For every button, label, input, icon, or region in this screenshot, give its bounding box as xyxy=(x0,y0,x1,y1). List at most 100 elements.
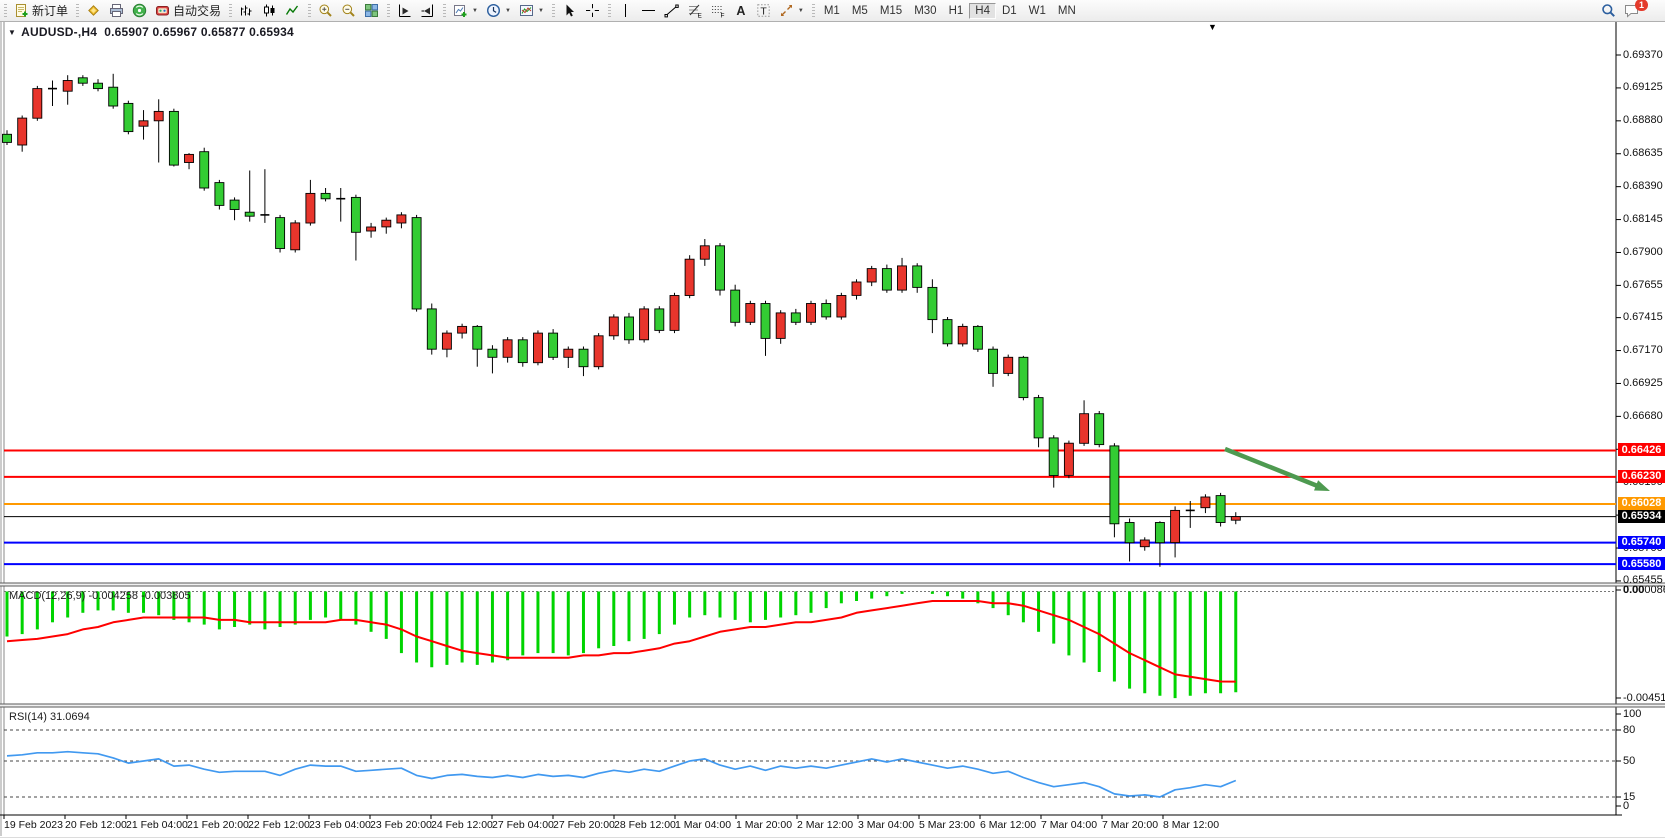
time-axis-label: 7 Mar 04:00 xyxy=(1041,819,1097,831)
timeframe-m30-button[interactable]: M30 xyxy=(908,3,942,19)
candlestick xyxy=(109,87,118,106)
cursor-button[interactable] xyxy=(558,0,581,22)
bar-chart-button[interactable] xyxy=(235,0,258,22)
time-axis-label: 7 Mar 20:00 xyxy=(1102,819,1158,831)
candlestick xyxy=(230,200,239,209)
price-axis-tick-label: 0.66925 xyxy=(1623,377,1663,389)
metaeditor-button[interactable] xyxy=(82,0,105,22)
candlestick xyxy=(1140,540,1149,547)
periods-button[interactable]: ▼ xyxy=(482,0,515,22)
trendline-button[interactable] xyxy=(660,0,683,22)
candlestick xyxy=(1095,414,1104,445)
notifications-button[interactable]: 1 xyxy=(1620,0,1659,22)
toolbar-group-handle[interactable] xyxy=(308,4,311,18)
candlestick xyxy=(989,349,998,373)
print-button[interactable] xyxy=(105,0,128,22)
notification-badge: 1 xyxy=(1635,0,1648,11)
chevron-down-icon[interactable]: ▼ xyxy=(8,28,16,37)
zoom-in-button[interactable] xyxy=(314,0,337,22)
horizontal-line-button[interactable] xyxy=(637,0,660,22)
candlestick xyxy=(837,296,846,318)
autotrading-button[interactable]: 自动交易 xyxy=(151,0,225,22)
candlestick xyxy=(458,326,467,333)
timeframe-h4-button[interactable]: H4 xyxy=(969,3,996,19)
rsi-axis-level-label: 50 xyxy=(1623,755,1635,767)
shapes-icon xyxy=(779,3,794,18)
timeframe-h1-button[interactable]: H1 xyxy=(943,3,970,19)
toolbar-group-handle[interactable] xyxy=(387,4,390,18)
scroll-to-end-marker[interactable]: ▼ xyxy=(1208,22,1217,32)
rsi-indicator-label: RSI(14) 31.0694 xyxy=(9,711,90,723)
toolbar-group-handle[interactable] xyxy=(4,4,7,18)
time-axis-label: 24 Feb 12:00 xyxy=(431,819,493,831)
candlestick xyxy=(913,266,922,288)
candlestick xyxy=(503,340,512,358)
text-label-button[interactable]: T xyxy=(752,0,775,22)
candlestick xyxy=(1125,523,1134,543)
time-axis-label: 23 Feb 20:00 xyxy=(370,819,432,831)
chart-canvas[interactable] xyxy=(0,0,1665,837)
timeframe-m5-button[interactable]: M5 xyxy=(846,3,874,19)
candlestick xyxy=(852,282,861,295)
timeframe-m1-button[interactable]: M1 xyxy=(818,3,846,19)
candlestick xyxy=(1004,357,1013,373)
new-chart-dropdown-caret[interactable]: ▼ xyxy=(472,8,478,14)
toolbar-group-handle[interactable] xyxy=(552,4,555,18)
search-button[interactable] xyxy=(1597,0,1620,22)
candlestick xyxy=(882,269,891,291)
zoom-out-button[interactable] xyxy=(337,0,360,22)
text-t-icon: T xyxy=(756,3,771,18)
price-axis-tick-label: 0.69370 xyxy=(1623,49,1663,61)
signals-button[interactable] xyxy=(128,0,151,22)
price-line-label: 0.66230 xyxy=(1618,470,1665,483)
timeframe-w1-button[interactable]: W1 xyxy=(1023,3,1052,19)
toolbar-group-handle[interactable] xyxy=(229,4,232,18)
candlestick xyxy=(973,326,982,349)
line-chart-button[interactable] xyxy=(281,0,304,22)
arrows-dropdown-caret[interactable]: ▼ xyxy=(798,8,804,14)
candlestick xyxy=(1231,517,1240,521)
timeframe-mn-button[interactable]: MN xyxy=(1052,3,1082,19)
new-order-button[interactable]: 新订单 xyxy=(10,0,72,22)
timeframe-d1-button[interactable]: D1 xyxy=(996,3,1023,19)
channel-icon: F xyxy=(710,3,725,18)
price-axis-tick-label: 0.67170 xyxy=(1623,344,1663,356)
text-button[interactable]: A xyxy=(729,0,752,22)
rsi-axis-level-label: 0 xyxy=(1623,800,1629,812)
mt4-window: 新订单 自动交易 ▼ ▼ ▼ EFAT ▼ M1M5M15M30H1H4D1W1MN 1 ▼AU… xyxy=(0,0,1665,837)
candlestick xyxy=(685,259,694,295)
toolbar-group-handle[interactable] xyxy=(76,4,79,18)
vertical-line-button[interactable] xyxy=(614,0,637,22)
time-axis-label: 1 Mar 04:00 xyxy=(675,819,731,831)
tile-windows-button[interactable] xyxy=(360,0,383,22)
periods-dropdown-caret[interactable]: ▼ xyxy=(505,8,511,14)
crosshair-button[interactable] xyxy=(581,0,604,22)
candlestick xyxy=(928,287,937,319)
crosshair-icon xyxy=(585,3,600,18)
template-icon xyxy=(519,3,534,18)
chart-shift-button[interactable] xyxy=(416,0,439,22)
toolbar-group-handle[interactable] xyxy=(608,4,611,18)
chart-title: ▼AUDUSD-,H4 0.65907 0.65967 0.65877 0.65… xyxy=(8,25,294,39)
templates-dropdown-caret[interactable]: ▼ xyxy=(538,8,544,14)
fibonacci-button[interactable]: E xyxy=(683,0,706,22)
candlestick xyxy=(1019,357,1028,397)
toolbar-group-handle[interactable] xyxy=(812,4,815,18)
candlestick xyxy=(1064,443,1073,475)
candlestick-chart-button[interactable] xyxy=(258,0,281,22)
time-axis-label: 22 Feb 12:00 xyxy=(248,819,310,831)
time-axis-label: 28 Feb 12:00 xyxy=(614,819,676,831)
toolbar-group-handle[interactable] xyxy=(443,4,446,18)
print-icon xyxy=(109,3,124,18)
candlestick xyxy=(655,309,664,331)
arrows-button[interactable]: ▼ xyxy=(775,0,808,22)
candlestick xyxy=(33,89,42,119)
timeframe-m15-button[interactable]: M15 xyxy=(874,3,908,19)
auto-scroll-button[interactable] xyxy=(393,0,416,22)
candlestick xyxy=(124,103,133,131)
channel-button[interactable]: F xyxy=(706,0,729,22)
templates-button[interactable]: ▼ xyxy=(515,0,548,22)
macd-indicator-label: MACD(12,26,9) -0.004258 -0.003805 xyxy=(9,590,191,602)
candlestick xyxy=(412,218,421,309)
new-chart-button[interactable]: ▼ xyxy=(449,0,482,22)
